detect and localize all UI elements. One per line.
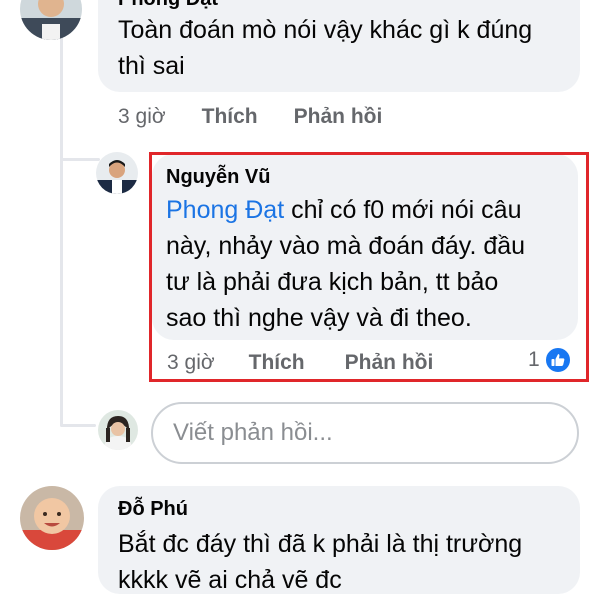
comment-actions: 3 giờ Thích Phản hồi [118, 105, 382, 129]
avatar-do-phu[interactable] [20, 486, 84, 550]
reply-input-box[interactable] [151, 402, 579, 464]
comment-author[interactable]: Phong Đạt [118, 0, 218, 11]
comment-text-line: Toàn đoán mò nói vậy khác gì k đúng [118, 16, 533, 44]
thread-branch-input [60, 424, 96, 427]
reply-button[interactable]: Phản hồi [294, 105, 383, 129]
comment-text-line: kkkk vẽ ai chả vẽ đc [118, 566, 342, 594]
comment-bubble: Phong Đạt Toàn đoán mò nói vậy khác gì k… [98, 0, 580, 92]
comment-text: Toàn đoán mò nói vậy khác gì k đúng thì … [118, 12, 532, 84]
comment-text: Bắt đc đáy thì đã k phải là thị trường k… [118, 526, 522, 598]
thread-branch [60, 158, 100, 161]
thread-line [60, 0, 63, 426]
avatar-nguyen-vu[interactable] [96, 152, 138, 194]
comment-text-line: Bắt đc đáy thì đã k phải là thị trường [118, 530, 523, 558]
highlight-frame [149, 152, 589, 382]
comment-time[interactable]: 3 giờ [118, 105, 166, 129]
reply-input[interactable] [173, 419, 577, 447]
avatar-phong-dat[interactable] [20, 0, 82, 40]
comment-bubble: Đỗ Phú Bắt đc đáy thì đã k phải là thị t… [98, 486, 580, 594]
avatar-current-user[interactable] [98, 410, 138, 450]
comment-author[interactable]: Đỗ Phú [118, 498, 188, 521]
like-button[interactable]: Thích [202, 105, 258, 129]
comment-text-line: thì sai [118, 52, 185, 80]
